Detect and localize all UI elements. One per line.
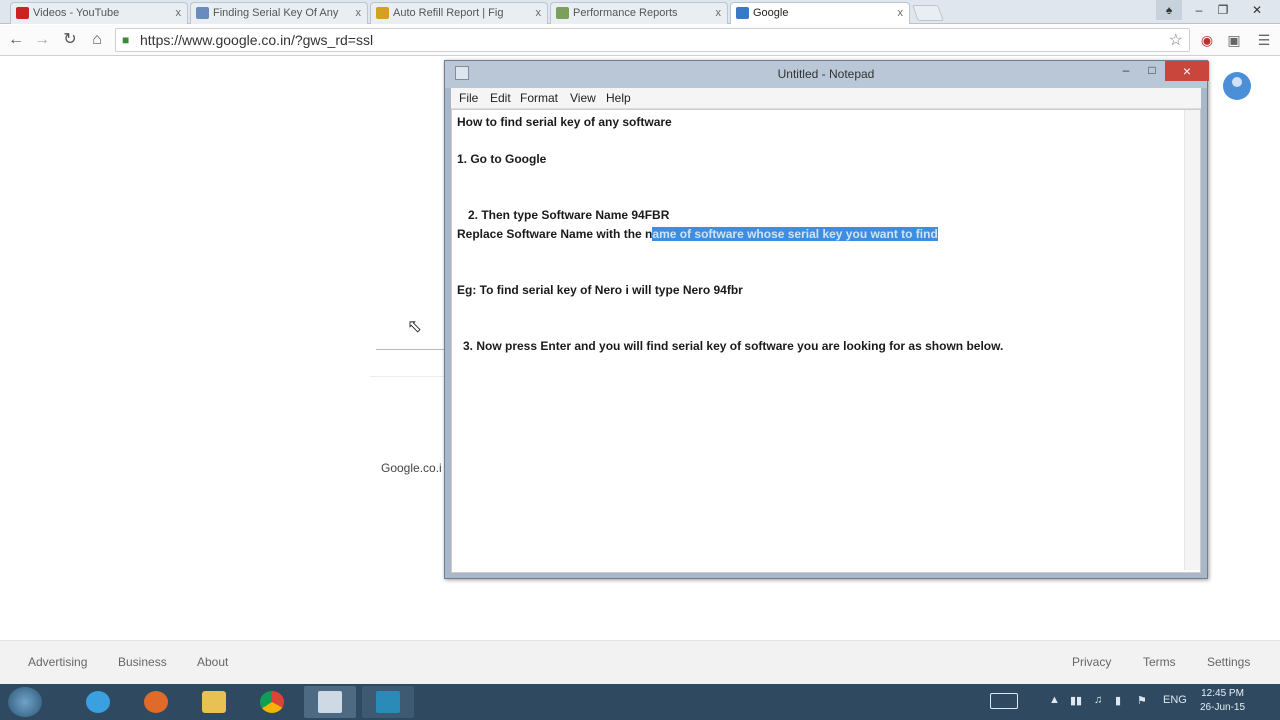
keyboard-icon[interactable] bbox=[990, 693, 1018, 709]
tab-auto-refill[interactable]: Auto Refill Report | Fig x bbox=[370, 2, 548, 24]
search-box-edge bbox=[376, 349, 444, 350]
tab-close-icon[interactable]: x bbox=[716, 3, 722, 23]
close-button[interactable]: × bbox=[1165, 61, 1209, 81]
window-title: Untitled - Notepad bbox=[777, 67, 875, 81]
flag-icon[interactable]: ⚑ bbox=[1137, 694, 1147, 707]
back-icon[interactable]: ← bbox=[6, 30, 26, 50]
browser-tab-strip: Videos - YouTube x Finding Serial Key Of… bbox=[0, 0, 1280, 24]
restore-icon[interactable]: ❐ bbox=[1210, 0, 1236, 20]
menu-icon[interactable]: ☰ bbox=[1255, 31, 1273, 49]
text-line: 1. Go to Google bbox=[457, 152, 547, 166]
address-bar[interactable]: ■ https://www.google.co.in/?gws_rd=ssl ☆ bbox=[115, 28, 1190, 52]
chrome-icon bbox=[260, 691, 284, 713]
footer-link-advertising[interactable]: Advertising bbox=[28, 655, 87, 669]
text-line: 2. Then type Software Name 94FBR bbox=[468, 208, 670, 222]
tab-close-icon[interactable]: x bbox=[898, 3, 904, 23]
maximize-icon[interactable]: □ bbox=[1139, 63, 1165, 81]
notepad-icon bbox=[318, 691, 342, 713]
taskbar-notepad[interactable] bbox=[304, 686, 356, 718]
tab-title: Performance Reports bbox=[573, 7, 678, 19]
google-domain-label[interactable]: Google.co.i bbox=[381, 461, 442, 475]
menu-file[interactable]: File bbox=[459, 91, 478, 105]
text-line: Replace Software Name with the name of s… bbox=[457, 227, 938, 241]
network-icon[interactable]: ▮▮ bbox=[1070, 694, 1082, 707]
google-icon bbox=[736, 7, 749, 19]
footer-link-settings[interactable]: Settings bbox=[1207, 655, 1250, 669]
taskbar-recorder[interactable] bbox=[362, 686, 414, 718]
volume-icon[interactable]: ♫ bbox=[1094, 694, 1102, 706]
selected-text: ame of software whose serial key you wan… bbox=[652, 227, 938, 241]
notepad-text-area[interactable]: How to find serial key of any software 1… bbox=[451, 109, 1201, 573]
show-hidden-icons-icon[interactable]: ▲ bbox=[1049, 694, 1060, 706]
close-icon[interactable]: ✕ bbox=[1240, 0, 1274, 20]
text-line: How to find serial key of any software bbox=[457, 115, 672, 129]
notepad-title-bar[interactable]: Untitled - Notepad – □ × bbox=[445, 61, 1209, 88]
menu-help[interactable]: Help bbox=[606, 91, 631, 105]
tab-close-icon[interactable]: x bbox=[536, 3, 542, 23]
taskbar-chrome[interactable] bbox=[246, 686, 298, 718]
footer-link-business[interactable]: Business bbox=[118, 655, 167, 669]
taskbar-file-explorer[interactable] bbox=[188, 686, 240, 718]
minimize-icon[interactable]: – bbox=[1113, 63, 1139, 81]
tab-title: Videos - YouTube bbox=[33, 7, 120, 19]
folder-icon bbox=[202, 691, 226, 713]
tab-close-icon[interactable]: x bbox=[356, 3, 362, 23]
page-icon bbox=[196, 7, 209, 19]
tab-google[interactable]: Google x bbox=[730, 2, 910, 24]
bookmark-star-icon[interactable]: ☆ bbox=[1169, 30, 1183, 50]
page-icon bbox=[556, 7, 569, 19]
tab-title: Auto Refill Report | Fig bbox=[393, 7, 504, 19]
menu-format[interactable]: Format bbox=[520, 91, 558, 105]
system-clock[interactable]: 12:45 PM 26-Jun-15 bbox=[1200, 687, 1245, 715]
text-line: 3. Now press Enter and you will find ser… bbox=[463, 339, 1004, 353]
new-tab-button[interactable] bbox=[912, 5, 944, 21]
menu-view[interactable]: View bbox=[570, 91, 596, 105]
extension-icon[interactable]: ◉ bbox=[1198, 31, 1216, 49]
language-indicator[interactable]: ENG bbox=[1163, 694, 1187, 706]
avatar[interactable] bbox=[1223, 72, 1251, 100]
forward-icon[interactable]: → bbox=[32, 30, 52, 50]
tab-title: Google bbox=[753, 7, 789, 19]
taskbar-internet-explorer[interactable] bbox=[72, 686, 124, 718]
footer-link-terms[interactable]: Terms bbox=[1143, 655, 1176, 669]
internet-explorer-icon bbox=[86, 691, 110, 713]
notepad-menu-bar: File Edit Format View Help bbox=[451, 88, 1201, 109]
mouse-cursor-icon: ⬁ bbox=[407, 316, 423, 336]
taskbar: ▲ ▮▮ ♫ ▮ ⚑ ENG 12:45 PM 26-Jun-15 bbox=[0, 684, 1280, 720]
divider bbox=[370, 376, 444, 377]
reload-icon[interactable]: ↻ bbox=[60, 30, 80, 50]
tab-serial-key[interactable]: Finding Serial Key Of Any x bbox=[190, 2, 368, 24]
footer-link-about[interactable]: About bbox=[197, 655, 228, 669]
google-footer: Advertising Business About Privacy Terms… bbox=[0, 640, 1280, 684]
clock-date: 26-Jun-15 bbox=[1200, 702, 1246, 713]
text-line: Eg: To find serial key of Nero i will ty… bbox=[457, 283, 743, 297]
text-segment: Replace Software Name with the n bbox=[457, 227, 653, 241]
footer-link-privacy[interactable]: Privacy bbox=[1072, 655, 1111, 669]
taskbar-firefox[interactable] bbox=[130, 686, 182, 718]
tab-title: Finding Serial Key Of Any bbox=[213, 7, 339, 19]
page-icon bbox=[376, 7, 389, 19]
signal-icon[interactable]: ▮ bbox=[1115, 694, 1121, 707]
menu-edit[interactable]: Edit bbox=[490, 91, 511, 105]
user-profile-icon[interactable]: ♠ bbox=[1156, 0, 1182, 20]
screen-recorder-icon bbox=[376, 691, 400, 713]
address-url[interactable]: https://www.google.co.in/?gws_rd=ssl bbox=[140, 29, 373, 51]
tab-performance[interactable]: Performance Reports x bbox=[550, 2, 728, 24]
notepad-window: Untitled - Notepad – □ × File Edit Forma… bbox=[444, 60, 1209, 579]
tab-youtube[interactable]: Videos - YouTube x bbox=[10, 2, 188, 24]
firefox-icon bbox=[144, 691, 168, 713]
lock-icon: ■ bbox=[122, 33, 130, 47]
scrollbar[interactable] bbox=[1184, 110, 1200, 570]
start-button[interactable] bbox=[8, 687, 42, 717]
youtube-icon bbox=[16, 7, 29, 19]
extension-icon[interactable]: ▣ bbox=[1225, 31, 1243, 49]
minimize-icon[interactable]: – bbox=[1186, 0, 1212, 20]
tab-close-icon[interactable]: x bbox=[176, 3, 182, 23]
browser-toolbar: ← → ↻ ⌂ ■ https://www.google.co.in/?gws_… bbox=[0, 25, 1280, 56]
clock-time: 12:45 PM bbox=[1201, 688, 1244, 699]
home-icon[interactable]: ⌂ bbox=[87, 30, 107, 50]
